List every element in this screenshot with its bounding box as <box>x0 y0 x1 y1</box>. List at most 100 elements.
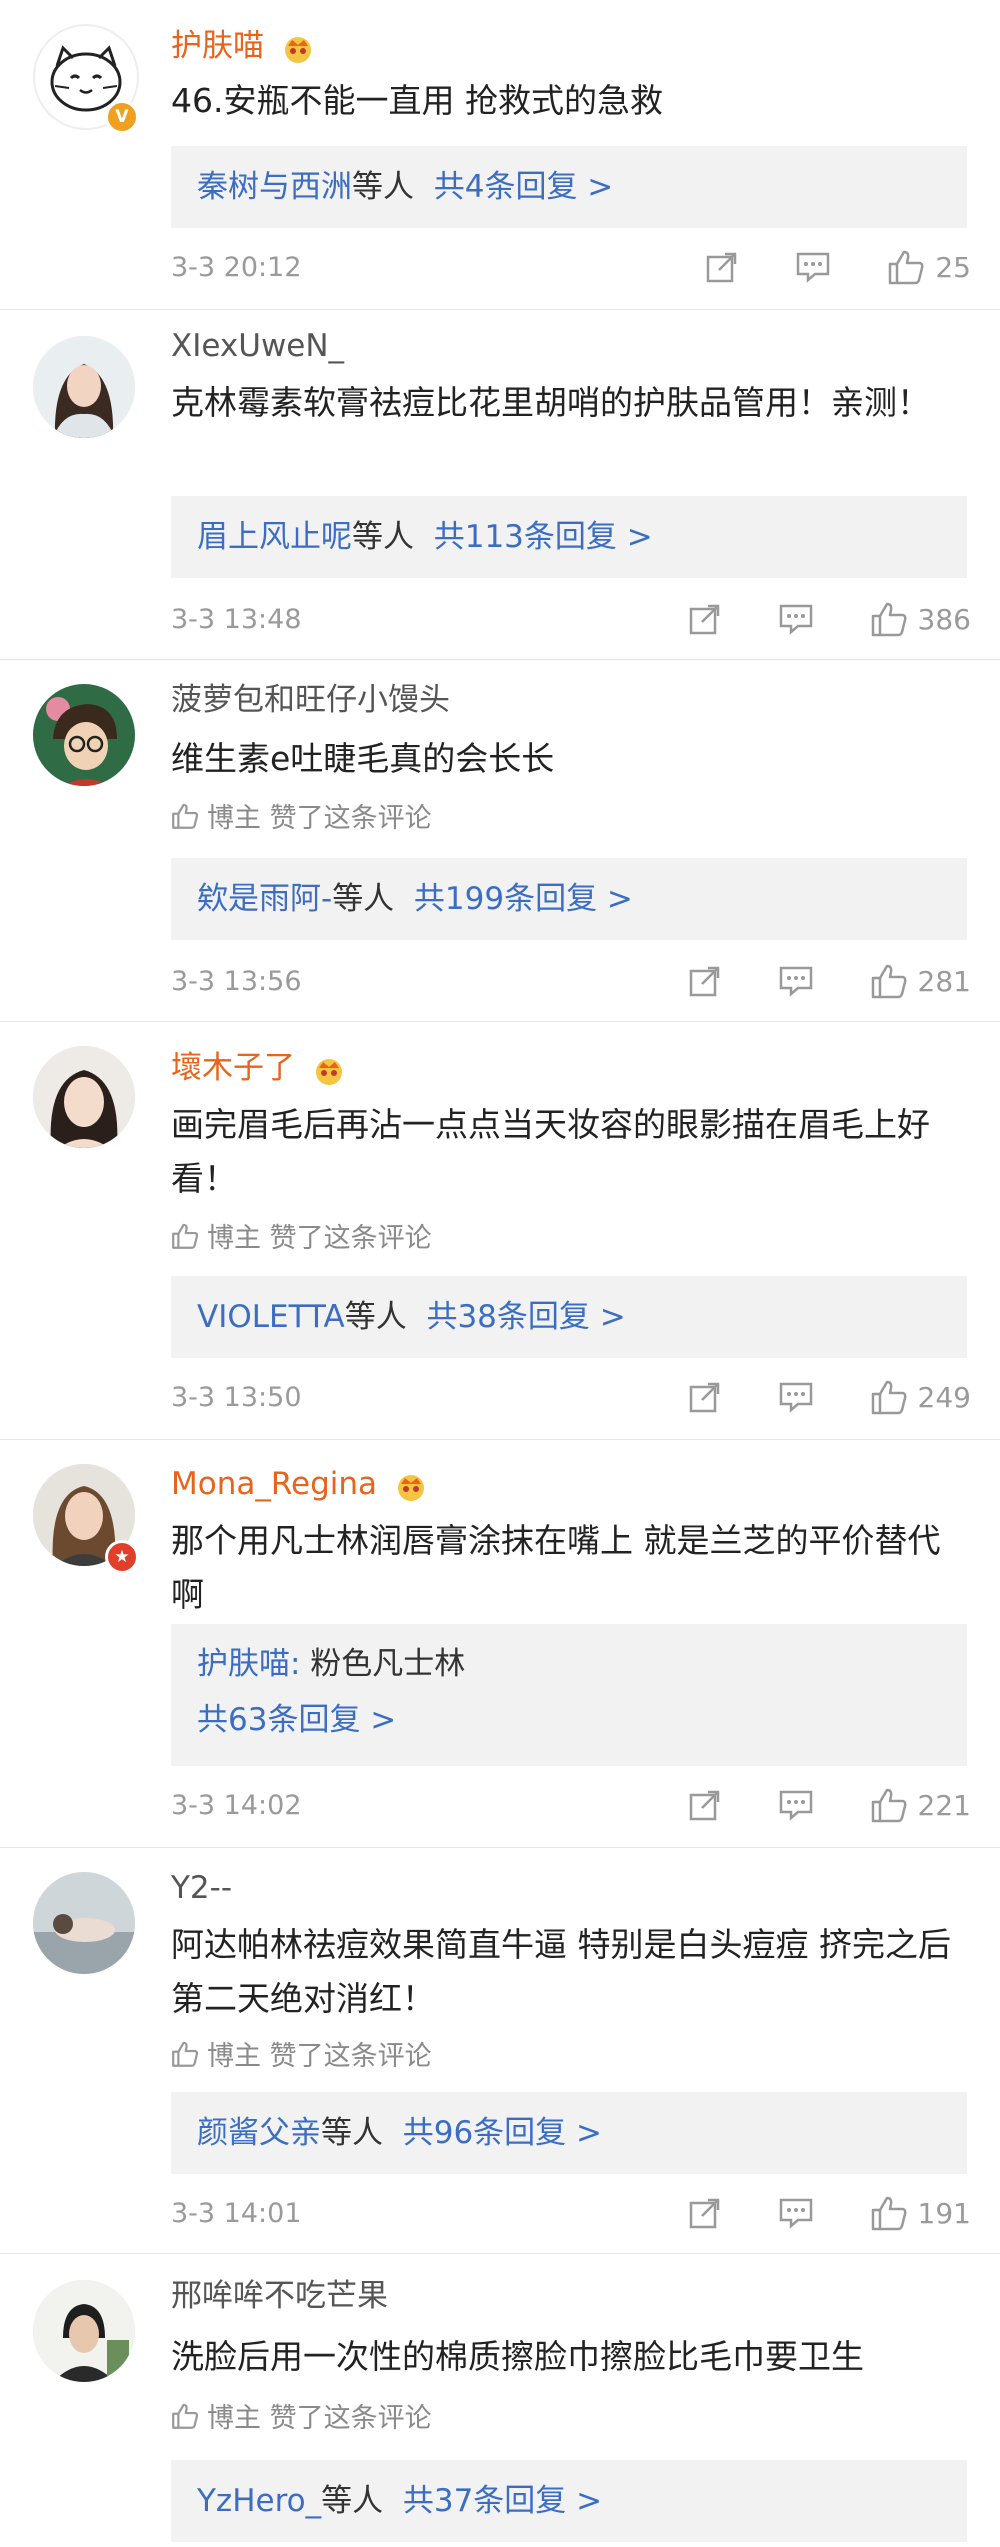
author-liked-text: 博主 赞了这条评论 <box>207 803 432 834</box>
reply-preview[interactable]: 欸是雨阿-等人 共199条回复 > <box>171 858 967 940</box>
share-button[interactable] <box>688 964 722 998</box>
action-bar: 25 <box>705 249 971 285</box>
like-button[interactable]: 386 <box>870 601 971 637</box>
like-count: 25 <box>935 250 971 284</box>
comment-footer: 3-3 13:56 281 <box>171 956 971 1006</box>
avatar[interactable] <box>33 684 135 786</box>
reply-preview[interactable]: 秦树与西洲等人 共4条回复 > <box>171 146 967 228</box>
like-icon <box>871 1380 907 1415</box>
like-button[interactable]: 249 <box>870 1379 971 1415</box>
like-icon <box>871 602 907 637</box>
comment-item: V 护肤喵 46.安瓶不能一直用 抢救式的急救 秦树与西洲等人 共4条回复 > … <box>0 0 1000 310</box>
username[interactable]: 护肤喵 <box>171 28 316 64</box>
comment-button[interactable] <box>778 2196 814 2230</box>
reply-preview[interactable]: VIOLETTA等人 共38条回复 > <box>171 1276 967 1358</box>
author-liked-text: 博主 赞了这条评论 <box>207 1223 432 1254</box>
username-text: Y2-- <box>171 1870 233 1906</box>
crown-icon <box>397 1474 424 1501</box>
author-liked-text: 博主 赞了这条评论 <box>207 2041 432 2072</box>
comment-button[interactable] <box>778 1788 814 1822</box>
reply-count-link[interactable]: 共63条回复 > <box>197 1702 396 1738</box>
like-count: 249 <box>917 1380 971 1414</box>
share-button[interactable] <box>688 1788 722 1822</box>
comment-button[interactable] <box>795 250 831 284</box>
like-icon <box>172 2403 199 2429</box>
reply-user[interactable]: YzHero_ <box>197 2483 321 2519</box>
username[interactable]: Y2-- <box>171 1870 232 1906</box>
share-button[interactable] <box>705 250 739 284</box>
reply-quote-text: 粉色凡士林 <box>300 1646 466 1682</box>
avatar[interactable] <box>33 1046 135 1148</box>
username[interactable]: 壞木子了 <box>171 1050 347 1086</box>
share-icon <box>707 252 737 283</box>
comment-item: Y2-- 阿达帕林祛痘效果简直牛逼 特别是白头痘痘 挤完之后第二天绝对消红！ 博… <box>0 1848 1000 2254</box>
reply-count-link[interactable]: 共38条回复 > <box>426 1299 625 1335</box>
person-avatar-icon <box>33 2280 135 2382</box>
comment-icon <box>797 252 830 283</box>
comment-button[interactable] <box>778 602 814 636</box>
like-icon <box>871 964 907 999</box>
person-avatar-icon <box>33 336 135 438</box>
reply-count-link[interactable]: 共96条回复 > <box>403 2115 602 2151</box>
reply-user[interactable]: 秦树与西洲 <box>197 169 352 205</box>
comment-footer: 3-3 20:12 25 <box>171 242 971 292</box>
reply-quote-user[interactable]: 护肤喵: <box>197 1646 300 1682</box>
username[interactable]: 邢哞哞不吃芒果 <box>171 2278 388 2314</box>
crown-icon <box>284 36 311 63</box>
reply-count-link[interactable]: 共199条回复 > <box>414 881 633 917</box>
action-bar: 191 <box>688 2195 971 2231</box>
reply-user[interactable]: 欸是雨阿- <box>197 881 332 917</box>
reply-preview[interactable]: 护肤喵: 粉色凡士林 共63条回复 > <box>171 1624 967 1766</box>
like-count: 221 <box>917 1788 971 1822</box>
author-liked: 博主 赞了这条评论 <box>171 2396 432 2435</box>
share-button[interactable] <box>688 2196 722 2230</box>
share-button[interactable] <box>688 1380 722 1414</box>
reply-user[interactable]: 眉上风止呢 <box>197 519 352 555</box>
reply-user[interactable]: VIOLETTA <box>197 1299 345 1335</box>
like-count: 191 <box>917 2196 971 2230</box>
like-button[interactable]: 221 <box>870 1787 971 1823</box>
username-text: 壞木子了 <box>171 1050 295 1086</box>
username[interactable]: Mona_Regina <box>171 1466 429 1502</box>
comment-button[interactable] <box>778 964 814 998</box>
person-avatar-icon <box>33 1046 135 1148</box>
share-icon <box>689 1382 719 1413</box>
reply-count-link[interactable]: 共37条回复 > <box>403 2483 602 2519</box>
comment-button[interactable] <box>778 1380 814 1414</box>
action-bar: 386 <box>688 601 971 637</box>
reply-preview[interactable]: 颜酱父亲等人 共96条回复 > <box>171 2092 967 2174</box>
comment-text: 维生素e吐睫毛真的会长长 <box>171 739 555 778</box>
author-liked: 博主 赞了这条评论 <box>171 2034 432 2073</box>
username[interactable]: 菠萝包和旺仔小馒头 <box>171 682 450 718</box>
reply-preview[interactable]: 眉上风止呢等人 共113条回复 > <box>171 496 967 578</box>
author-liked: 博主 赞了这条评论 <box>171 796 432 835</box>
like-button[interactable]: 191 <box>870 2195 971 2231</box>
comment-item: 壞木子了 画完眉毛后再沾一点点当天妆容的眼影描在眉毛上好看！ 博主 赞了这条评论… <box>0 1022 1000 1440</box>
like-icon <box>871 1788 907 1823</box>
comment-footer: 3-3 13:50 249 <box>171 1372 971 1422</box>
like-button[interactable]: 281 <box>870 963 971 999</box>
verified-badge-icon: ★ <box>105 1540 139 1574</box>
comment-text: 画完眉毛后再沾一点点当天妆容的眼影描在眉毛上好看！ <box>171 1105 930 1198</box>
share-button[interactable] <box>688 602 722 636</box>
comment-text: 46.安瓶不能一直用 抢救式的急救 <box>171 81 663 120</box>
landscape-avatar-icon <box>33 1872 135 1974</box>
comment-text: 那个用凡士林润唇膏涂抹在嘴上 就是兰芝的平价替代啊 <box>171 1521 941 1614</box>
reply-suffix: 等人 <box>344 1299 407 1335</box>
reply-count-link[interactable]: 共113条回复 > <box>434 519 653 555</box>
reply-suffix: 等人 <box>321 2483 384 2519</box>
username-text: 护肤喵 <box>171 28 264 64</box>
reply-suffix: 等人 <box>352 519 414 555</box>
username-text: 邢哞哞不吃芒果 <box>171 2278 388 2314</box>
reply-count-link[interactable]: 共4条回复 > <box>434 169 614 205</box>
comment-icon <box>779 604 812 635</box>
avatar[interactable] <box>33 1872 135 1974</box>
avatar[interactable] <box>33 2280 135 2382</box>
avatar[interactable] <box>33 336 135 438</box>
reply-preview[interactable]: YzHero_等人 共37条回复 > <box>171 2460 967 2542</box>
comment-text: 阿达帕林祛痘效果简直牛逼 特别是白头痘痘 挤完之后第二天绝对消红！ <box>171 1925 951 2018</box>
timestamp: 3-3 13:48 <box>171 603 302 635</box>
like-button[interactable]: 25 <box>887 249 971 285</box>
reply-user[interactable]: 颜酱父亲 <box>197 2115 321 2151</box>
username[interactable]: XIexUweN_ <box>171 328 344 364</box>
